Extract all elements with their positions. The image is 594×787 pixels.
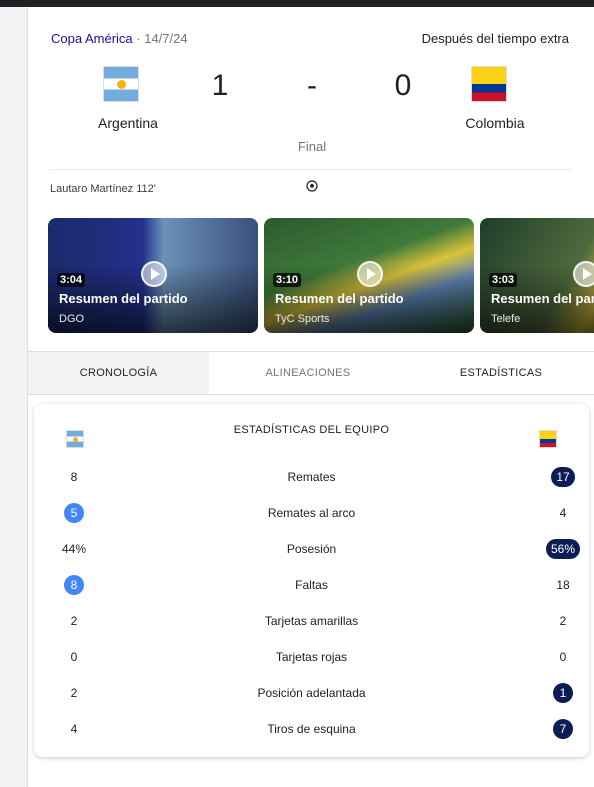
video-duration: 3:10 — [273, 273, 302, 287]
browser-top-bar — [0, 0, 594, 7]
colombia-flag-icon — [539, 430, 557, 448]
away-stat-value: 18 — [556, 578, 570, 592]
stat-row: 4 Tiros de esquina 7 — [34, 717, 589, 741]
video-title: Resumen del partido — [491, 291, 594, 306]
stat-row: 2 Tarjetas amarillas 2 — [34, 609, 589, 633]
stat-label: Faltas — [295, 578, 328, 592]
score-separator: - — [307, 69, 317, 102]
home-stat-value: 44% — [61, 542, 87, 556]
stat-label: Tiros de esquina — [267, 722, 356, 736]
away-team-name[interactable]: Colombia — [435, 115, 555, 131]
home-stat-value: 2 — [70, 614, 78, 628]
video-source: Telefe — [491, 313, 521, 325]
stat-row: 8 Remates 17 — [34, 465, 589, 489]
stat-label: Tarjetas rojas — [275, 650, 348, 664]
play-icon[interactable] — [573, 261, 594, 287]
soccer-ball-icon — [306, 180, 318, 192]
play-icon[interactable] — [141, 261, 167, 287]
video-carousel: 3:04 Resumen del partido DGO 3:10 Resume… — [48, 218, 594, 333]
away-score: 0 — [394, 69, 412, 102]
match-date: · 14/7/24 — [136, 31, 188, 46]
video-source: DGO — [59, 313, 85, 325]
extra-time-label: Después del tiempo extra — [421, 31, 569, 46]
stat-label: Posesión — [286, 542, 337, 556]
away-stat-value: 17 — [551, 467, 575, 487]
tab-estadisticas[interactable]: ESTADÍSTICAS — [407, 352, 594, 394]
divider — [50, 169, 572, 170]
stat-label: Remates al arco — [267, 506, 356, 520]
away-stat-value: 0 — [559, 650, 567, 664]
video-source: TyC Sports — [275, 313, 330, 325]
stat-row: 8 Faltas 18 — [34, 573, 589, 597]
stat-label: Posición adelantada — [257, 686, 366, 700]
tab-cronologia[interactable]: CRONOLOGÍA — [28, 352, 209, 394]
competition-link[interactable]: Copa América — [51, 31, 133, 46]
colombia-flag-icon[interactable] — [471, 66, 507, 102]
stats-title: ESTADÍSTICAS DEL EQUIPO — [233, 424, 390, 436]
stat-row: 0 Tarjetas rojas 0 — [34, 645, 589, 669]
away-stat-value: 2 — [559, 614, 567, 628]
video-duration: 3:03 — [489, 273, 518, 287]
stat-row: 2 Posición adelantada 1 — [34, 681, 589, 705]
home-stat-value: 4 — [70, 722, 78, 736]
stat-label: Tarjetas amarillas — [264, 614, 359, 628]
video-title: Resumen del partido — [275, 291, 404, 306]
tab-alineaciones[interactable]: ALINEACIONES — [209, 352, 407, 394]
away-stat-value: 1 — [553, 683, 573, 703]
home-stat-value: 8 — [64, 575, 84, 595]
away-stat-value: 4 — [559, 506, 567, 520]
match-status: Final — [297, 139, 327, 154]
video-card[interactable]: 3:03 Resumen del partido Telefe — [480, 218, 594, 333]
argentina-flag-icon[interactable] — [103, 66, 139, 102]
goal-scorer: Lautaro Martínez 112' — [50, 183, 156, 195]
stat-row: 44% Posesión 56% — [34, 537, 589, 561]
match-tabs: CRONOLOGÍA ALINEACIONES ESTADÍSTICAS — [28, 351, 594, 395]
video-card[interactable]: 3:10 Resumen del partido TyC Sports — [264, 218, 474, 333]
home-stat-value: 8 — [70, 470, 78, 484]
play-icon[interactable] — [357, 261, 383, 287]
match-header: Copa América · 14/7/24 — [51, 31, 188, 46]
video-title: Resumen del partido — [59, 291, 188, 306]
argentina-flag-icon — [66, 430, 84, 448]
stat-row: 5 Remates al arco 4 — [34, 501, 589, 525]
home-score: 1 — [211, 69, 229, 102]
home-stat-value: 0 — [70, 650, 78, 664]
video-duration: 3:04 — [57, 273, 86, 287]
away-stat-value: 7 — [553, 719, 573, 739]
home-team-name[interactable]: Argentina — [68, 115, 188, 131]
stat-label: Remates — [287, 470, 336, 484]
video-card[interactable]: 3:04 Resumen del partido DGO — [48, 218, 258, 333]
team-stats-card: ESTADÍSTICAS DEL EQUIPO 8 Remates 17 5 R… — [34, 404, 589, 757]
away-stat-value: 56% — [545, 539, 581, 559]
home-stat-value: 5 — [64, 503, 84, 523]
left-margin — [0, 7, 27, 787]
match-panel: Copa América · 14/7/24 Después del tiemp… — [27, 7, 594, 787]
home-stat-value: 2 — [70, 686, 78, 700]
